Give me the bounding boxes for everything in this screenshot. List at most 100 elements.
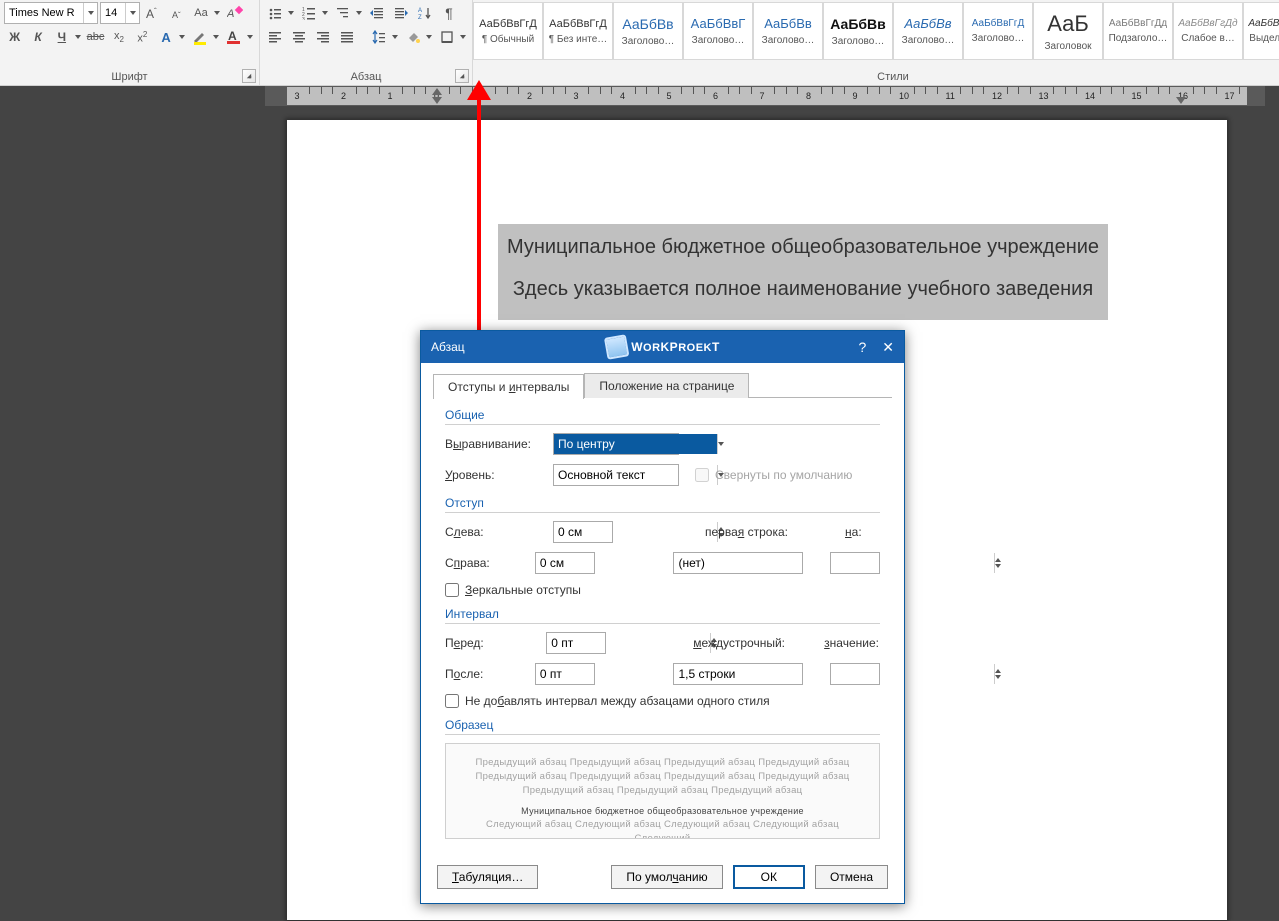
selected-text: Муниципальное бюджетное общеобразователь…	[498, 224, 1108, 320]
group-styles-title: Стили	[473, 68, 1279, 85]
cancel-button[interactable]: Отмена	[815, 865, 888, 889]
align-label: Выравнивание:	[445, 437, 543, 451]
indent-left-field[interactable]	[553, 521, 613, 543]
preview-next: Следующий абзац Следующий абзац Следующи…	[466, 818, 859, 839]
chevron-down-icon[interactable]	[354, 2, 364, 24]
doc-line: Муниципальное бюджетное общеобразователь…	[504, 233, 1102, 261]
preview-current: Муниципальное бюджетное общеобразователь…	[466, 804, 859, 818]
superscript-button[interactable]: x2	[132, 26, 153, 48]
chevron-down-icon[interactable]	[73, 26, 83, 48]
style-tile-10[interactable]: АаБбВвГгДдСлабое в…	[1173, 2, 1243, 60]
chevron-down-icon[interactable]	[717, 434, 724, 454]
align-left-icon[interactable]	[264, 26, 286, 48]
chevron-down-icon[interactable]	[211, 26, 221, 48]
dialog-title: Абзац	[431, 340, 465, 354]
ribbon: Aˆ Aˇ Aa A Ж К Ч ab	[0, 0, 1279, 86]
group-font: Aˆ Aˇ Aa A Ж К Ч ab	[0, 0, 260, 85]
indent-by-field[interactable]	[830, 552, 880, 574]
decrease-indent-icon[interactable]	[366, 2, 388, 24]
spinner-icon[interactable]	[994, 553, 1001, 573]
chevron-down-icon[interactable]	[177, 26, 187, 48]
clear-format-icon[interactable]: A	[224, 2, 246, 24]
align-center-icon[interactable]	[288, 26, 310, 48]
style-tile-4[interactable]: АаБбВвЗаголово…	[753, 2, 823, 60]
font-size-combo[interactable]	[100, 2, 140, 24]
style-tile-11[interactable]: АаБбВвГгДдВыделени…	[1243, 2, 1279, 60]
style-tile-1[interactable]: АаБбВвГгД¶ Без инте…	[543, 2, 613, 60]
borders-button[interactable]	[436, 26, 468, 48]
grow-font-icon[interactable]: Aˆ	[142, 2, 164, 24]
preview-prev: Предыдущий абзац Предыдущий абзац Предыд…	[466, 756, 859, 798]
mirror-checkbox[interactable]: Зеркальные отступы	[445, 583, 581, 597]
change-case-button[interactable]: Aa	[190, 2, 222, 24]
style-tile-0[interactable]: АаБбВвГгД¶ Обычный	[473, 2, 543, 60]
align-select[interactable]	[553, 433, 679, 455]
chevron-down-icon[interactable]	[390, 26, 400, 48]
underline-button[interactable]: Ч	[51, 26, 83, 48]
style-tile-3[interactable]: АаБбВвГЗаголово…	[683, 2, 753, 60]
help-icon[interactable]: ?	[858, 339, 866, 356]
by-label: на:	[845, 525, 867, 539]
tabs-button[interactable]: Табуляция…	[437, 865, 538, 889]
tab-pagepos[interactable]: Положение на странице	[584, 373, 749, 398]
shrink-font-icon[interactable]: Aˇ	[166, 2, 188, 24]
ruler[interactable]: 32101234567891011121314151617	[265, 86, 1265, 106]
default-button[interactable]: По умолчанию	[611, 865, 722, 889]
spacing-amount-field[interactable]	[830, 663, 880, 685]
right-label: Справа:	[445, 556, 525, 570]
bold-button[interactable]: Ж	[4, 26, 25, 48]
level-select[interactable]	[553, 464, 679, 486]
font-color-button[interactable]: A	[223, 26, 255, 48]
strike-button[interactable]: abc	[85, 26, 106, 48]
style-tile-5[interactable]: АаБбВвЗаголово…	[823, 2, 893, 60]
style-tile-9[interactable]: АаБбВвГгДдПодзаголо…	[1103, 2, 1173, 60]
pilcrow-icon[interactable]: ¶	[438, 2, 460, 24]
subscript-button[interactable]: x2	[108, 26, 129, 48]
line-spacing-button[interactable]	[368, 26, 400, 48]
noadd-checkbox[interactable]: Не добавлять интервал между абзацами одн…	[445, 694, 770, 708]
chevron-down-icon[interactable]	[458, 26, 468, 48]
dialog-tabs: Отступы и интервалы Положение на страниц…	[421, 363, 904, 398]
sec-spacing: Интервал	[445, 607, 880, 624]
multilevel-button[interactable]	[332, 2, 364, 24]
firstline-select[interactable]	[673, 552, 803, 574]
space-before-field[interactable]	[546, 632, 606, 654]
chevron-down-icon[interactable]	[286, 2, 296, 24]
before-label: Перед:	[445, 636, 536, 650]
style-tile-6[interactable]: АаБбВвЗаголово…	[893, 2, 963, 60]
chevron-down-icon[interactable]	[245, 26, 255, 48]
italic-button[interactable]: К	[27, 26, 48, 48]
chevron-down-icon[interactable]	[320, 2, 330, 24]
bullets-button[interactable]	[264, 2, 296, 24]
dialog-buttons: Табуляция… По умолчанию ОК Отмена	[421, 853, 904, 903]
chevron-down-icon[interactable]	[424, 26, 434, 48]
indent-right-field[interactable]	[535, 552, 595, 574]
chevron-down-icon[interactable]	[125, 3, 139, 23]
dialog-titlebar[interactable]: Абзац WORKPROEKT ? ✕	[421, 331, 904, 363]
sort-button[interactable]: AZ	[414, 2, 436, 24]
chevron-down-icon[interactable]	[83, 3, 97, 23]
space-after-field[interactable]	[535, 663, 595, 685]
align-right-icon[interactable]	[312, 26, 334, 48]
arrow-icon	[467, 80, 491, 100]
style-tile-8[interactable]: АаБЗаголовок	[1033, 2, 1103, 60]
svg-text:A: A	[146, 7, 154, 20]
text-effects-button[interactable]: A	[155, 26, 187, 48]
linespacing-select[interactable]	[673, 663, 803, 685]
font-dialog-launcher[interactable]	[242, 69, 256, 83]
font-name-combo[interactable]	[4, 2, 98, 24]
numbering-button[interactable]: 123	[298, 2, 330, 24]
tab-indents[interactable]: Отступы и интервалы	[433, 374, 584, 399]
svg-text:3: 3	[302, 17, 305, 20]
chevron-down-icon[interactable]	[212, 2, 222, 24]
highlight-button[interactable]	[189, 26, 221, 48]
spinner-icon[interactable]	[994, 664, 1001, 684]
style-tile-7[interactable]: АаБбВвГгДЗаголово…	[963, 2, 1033, 60]
style-tile-2[interactable]: АаБбВвЗаголово…	[613, 2, 683, 60]
shading-button[interactable]	[402, 26, 434, 48]
increase-indent-icon[interactable]	[390, 2, 412, 24]
sec-sample: Образец	[445, 718, 880, 735]
close-icon[interactable]: ✕	[882, 339, 894, 356]
justify-icon[interactable]	[336, 26, 358, 48]
ok-button[interactable]: ОК	[733, 865, 805, 889]
